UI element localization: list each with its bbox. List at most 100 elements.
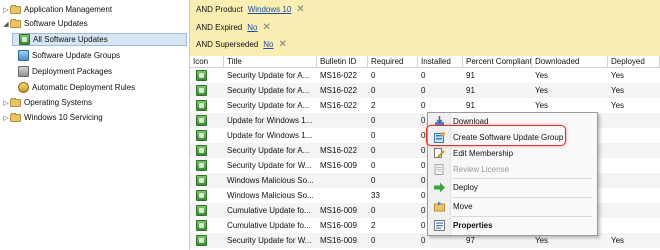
bulletin-id-cell: MS16-009 (320, 236, 357, 245)
software-updates-icon (19, 34, 30, 45)
deployed-cell (608, 158, 660, 173)
menu-item-deploy[interactable]: Deploy (428, 180, 597, 195)
col-deployed-header[interactable]: Deployed (608, 56, 660, 68)
menu-item-label: Edit Membership (453, 149, 514, 158)
table-row[interactable]: Security Update for A... MS16-022 0 0 91 Yes Y… (190, 83, 660, 98)
downloaded-cell: Yes (535, 86, 549, 95)
deployed-cell (608, 113, 660, 128)
tree-item-application-management[interactable]: ▷ Application Management (2, 3, 112, 16)
required-cell: 0 (371, 236, 376, 245)
col-title-header[interactable]: Title (224, 56, 317, 68)
col-required-header[interactable]: Required (368, 56, 418, 68)
expand-arrow-icon[interactable]: ▷ (2, 96, 10, 109)
table-row[interactable]: Security Update for A... MS16-022 0 0 91 Yes Y… (190, 68, 660, 83)
deployment-rule-icon (18, 82, 29, 93)
col-bulletin-id-header[interactable]: Bulletin ID (317, 56, 368, 68)
expand-arrow-icon[interactable]: ▷ (2, 111, 10, 124)
deployed-cell (608, 218, 660, 233)
bulletin-id-cell: MS16-009 (320, 206, 357, 215)
deployed-cell: Yes (611, 236, 625, 245)
update-group-icon (18, 50, 29, 61)
tree-item-automatic-deployment-rules[interactable]: Automatic Deployment Rules (18, 81, 135, 94)
search-criteria-panel: AND Product Windows 10 ✕ AND Expired No … (190, 0, 660, 56)
menu-item-properties[interactable]: Properties (428, 218, 597, 233)
criteria-value-link[interactable]: No (247, 23, 257, 32)
required-cell: 0 (371, 116, 376, 125)
folder-icon (10, 97, 21, 108)
col-downloaded-header[interactable]: Downloaded (532, 56, 608, 68)
criteria-value-link[interactable]: Windows 10 (248, 5, 292, 14)
criteria-value-link[interactable]: No (263, 40, 273, 49)
deployed-cell (608, 173, 660, 188)
navigation-tree: ▷ Application Management ◢ Software Upda… (0, 0, 190, 250)
menu-item-label: Move (453, 202, 473, 211)
col-installed-header[interactable]: Installed (418, 56, 463, 68)
required-cell: 0 (371, 86, 376, 95)
deploy-icon (434, 182, 445, 193)
collapse-arrow-icon[interactable]: ◢ (2, 17, 10, 30)
menu-item-move[interactable]: Move (428, 199, 597, 214)
required-cell: 33 (371, 191, 380, 200)
col-percent-compliant-header[interactable]: Percent Compliant (463, 56, 532, 68)
tree-item-operating-systems[interactable]: ▷ Operating Systems (2, 96, 92, 109)
tree-item-label: Software Updates (24, 19, 88, 28)
installed-cell: 0 (421, 86, 426, 95)
tree-item-software-updates[interactable]: ◢ Software Updates (2, 17, 88, 30)
remove-criteria-icon[interactable]: ✕ (279, 39, 287, 49)
bulletin-id-cell: MS16-009 (320, 221, 357, 230)
menu-item-edit-membership[interactable]: Edit Membership (428, 146, 597, 161)
title-cell: Cumulative Update fo... (227, 206, 311, 215)
remove-criteria-icon[interactable]: ✕ (296, 4, 304, 14)
criteria-superseded: AND Superseded No ✕ (196, 39, 287, 49)
required-cell: 0 (371, 161, 376, 170)
title-cell: Update for Windows 1... (227, 131, 313, 140)
tree-item-windows-10-servicing[interactable]: ▷ Windows 10 Servicing (2, 111, 103, 124)
criteria-label: AND Product (196, 5, 243, 14)
bulletin-id-cell: MS16-009 (320, 161, 357, 170)
title-cell: Security Update for A... (227, 101, 310, 110)
deployed-cell (608, 188, 660, 203)
percent-compliant-cell: 91 (466, 86, 475, 95)
criteria-label: AND Expired (196, 23, 243, 32)
software-update-icon (196, 235, 207, 246)
software-update-icon (196, 205, 207, 216)
tree-item-deployment-packages[interactable]: Deployment Packages (18, 65, 112, 78)
highlight-box (426, 125, 566, 146)
required-cell: 2 (371, 101, 376, 110)
remove-criteria-icon[interactable]: ✕ (262, 22, 270, 32)
table-row[interactable]: Security Update for A... MS16-022 2 0 91 Yes Y… (190, 98, 660, 113)
software-update-icon (196, 85, 207, 96)
software-update-icon (196, 160, 207, 171)
tree-item-software-update-groups[interactable]: Software Update Groups (18, 49, 120, 62)
required-cell: 0 (371, 146, 376, 155)
title-cell: Windows Malicious So... (227, 191, 314, 200)
required-cell: 0 (371, 71, 376, 80)
software-update-icon (196, 100, 207, 111)
title-cell: Security Update for W... (227, 236, 312, 245)
col-icon-header[interactable]: Icon (190, 56, 224, 68)
software-update-icon (196, 175, 207, 186)
bulletin-id-cell: MS16-022 (320, 101, 357, 110)
tree-item-label: Deployment Packages (32, 67, 113, 76)
deployed-cell: Yes (611, 71, 625, 80)
menu-item-review-license[interactable]: Review License (428, 162, 597, 177)
title-cell: Security Update for A... (227, 146, 310, 155)
menu-item-label: Deploy (453, 183, 478, 192)
menu-separator (452, 216, 592, 217)
required-cell: 0 (371, 206, 376, 215)
deployment-package-icon (18, 66, 29, 77)
title-cell: Cumulative Update fo... (227, 221, 311, 230)
folder-icon (10, 4, 21, 15)
bulletin-id-cell (317, 113, 368, 128)
software-update-icon (196, 70, 207, 81)
criteria-label: AND Superseded (196, 40, 259, 49)
required-cell: 0 (371, 176, 376, 185)
expand-arrow-icon[interactable]: ▷ (2, 3, 10, 16)
percent-compliant-cell: 91 (466, 71, 475, 80)
tree-item-all-software-updates[interactable]: All Software Updates (12, 33, 187, 46)
edit-membership-icon (434, 148, 445, 158)
bulletin-id-cell: MS16-022 (320, 146, 357, 155)
tree-item-label: Software Update Groups (32, 51, 121, 60)
required-cell: 0 (371, 131, 376, 140)
criteria-expired: AND Expired No ✕ (196, 22, 271, 32)
